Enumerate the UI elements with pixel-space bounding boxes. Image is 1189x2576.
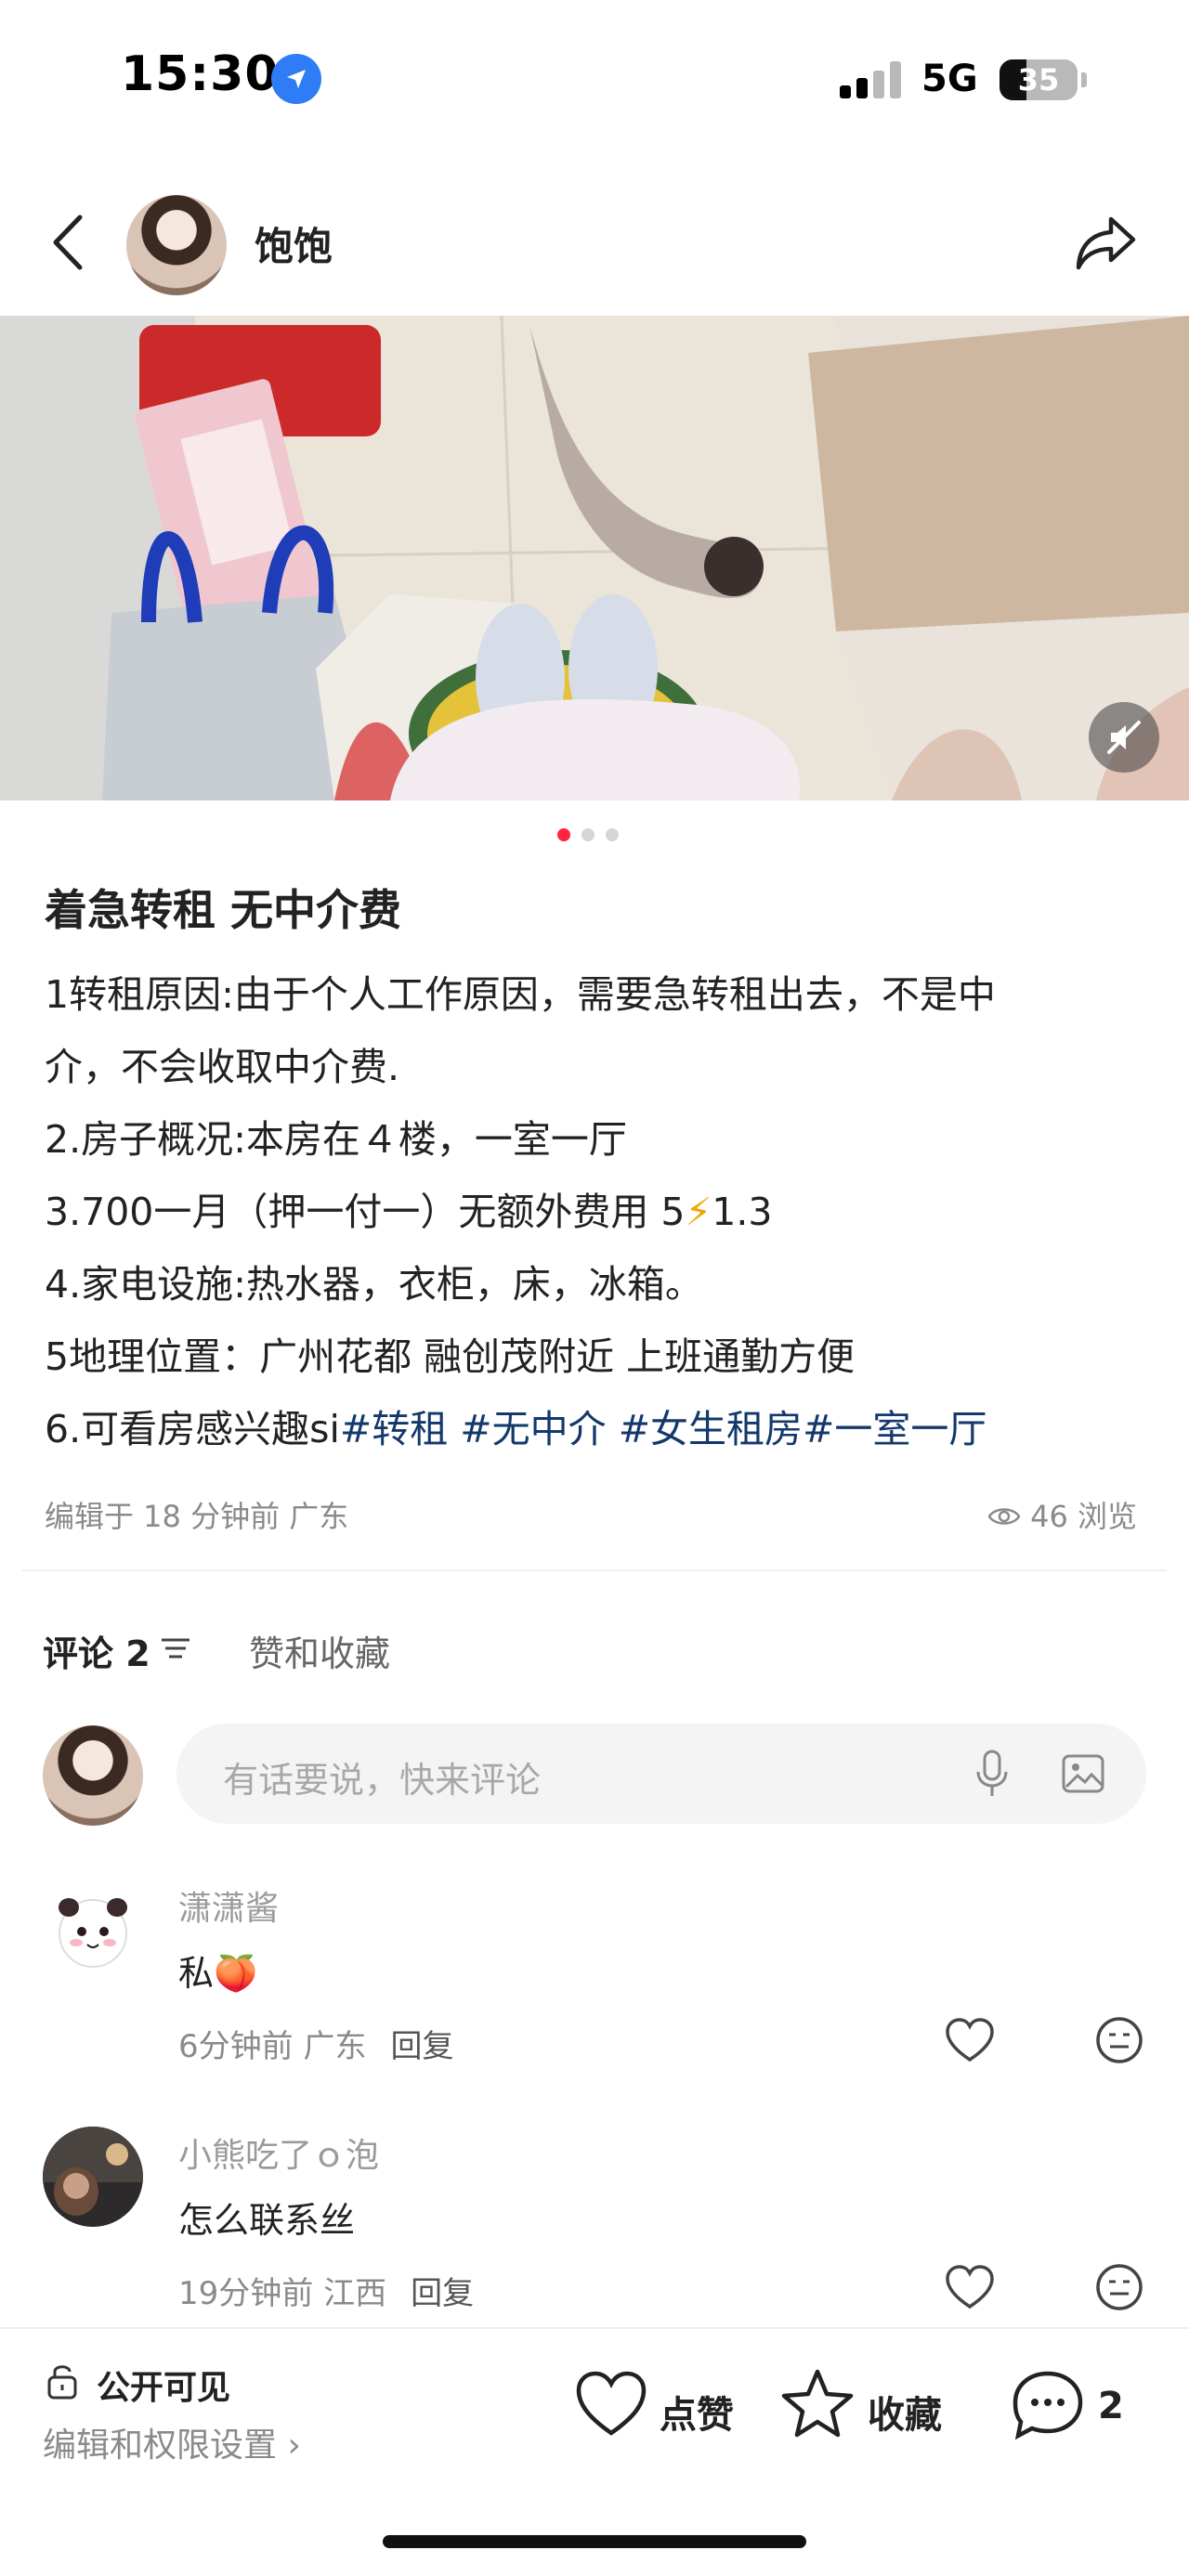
- my-avatar: [43, 1725, 143, 1826]
- comment-placeholder: 有话要说，快来评论: [223, 1760, 542, 1801]
- comment-input[interactable]: 有话要说，快来评论: [176, 1724, 1146, 1824]
- mute-icon[interactable]: [1089, 702, 1159, 773]
- post-header: 饱饱: [0, 176, 1189, 306]
- tab-comments[interactable]: 评论 2: [43, 1625, 150, 1676]
- carousel-dot[interactable]: [581, 828, 594, 841]
- author-name[interactable]: 饱饱: [255, 215, 333, 272]
- comment-count: 2: [1098, 2385, 1124, 2427]
- sort-icon[interactable]: [158, 1634, 195, 1662]
- comment-time: 19分钟前 江西: [178, 2275, 387, 2312]
- post-title: 着急转租 无中介费: [45, 885, 402, 935]
- price-text: 3.700一月（押一付一）无额外费用 5: [45, 1190, 686, 1234]
- heart-icon: [576, 2371, 647, 2436]
- emoji-reaction-icon[interactable]: [1094, 2015, 1144, 2065]
- post-line-price: 3.700一月（押一付一）无额外费用 5⚡1.3: [45, 1176, 1159, 1248]
- edit-permission-link[interactable]: 编辑和权限设置 ›: [43, 2418, 301, 2466]
- location-arrow-icon: [271, 54, 321, 104]
- commenter-avatar[interactable]: [43, 2127, 143, 2227]
- lightning-emoji: ⚡: [685, 1190, 712, 1234]
- back-icon[interactable]: [46, 210, 91, 275]
- peach-emoji: 🍑: [214, 1953, 258, 1994]
- hashtag[interactable]: #转租: [340, 1407, 448, 1451]
- reply-button[interactable]: 回复: [411, 2275, 474, 2312]
- like-label: 点赞: [660, 2394, 734, 2437]
- emoji-reaction-icon[interactable]: [1094, 2262, 1144, 2312]
- eye-icon: [987, 1501, 1021, 1536]
- comment-text-content: 私: [178, 1953, 215, 1994]
- view-count: 46: [1030, 1499, 1068, 1534]
- commenter-name[interactable]: 小熊吃了ｏ泡: [178, 2128, 379, 2177]
- network-type: 5G: [921, 58, 978, 100]
- view-stats: 46 浏览: [987, 1493, 1137, 1536]
- comment-time: 6分钟前 广东: [178, 2028, 367, 2065]
- image-icon[interactable]: [1061, 1753, 1105, 1794]
- heart-icon[interactable]: [944, 2017, 996, 2065]
- comment-text: 怎么联系丝: [178, 2200, 356, 2241]
- hashtag[interactable]: #一室一厅: [803, 1407, 986, 1451]
- visibility-label: 公开可见: [97, 2369, 231, 2407]
- post-meta: 编辑于 18 分钟前 广东 46 浏览: [45, 1490, 1137, 1536]
- comment-meta: 19分钟前 江西 回复: [178, 2268, 474, 2313]
- star-icon: [781, 2369, 854, 2438]
- chat-bubble-icon: [1013, 2371, 1083, 2440]
- carousel-dot[interactable]: [557, 828, 570, 841]
- author-avatar[interactable]: [126, 195, 227, 295]
- post-line: 1转租原因:由于个人工作原因，需要急转租出去，不是中: [45, 972, 996, 1017]
- edit-time: 编辑于 18 分钟前 广东: [45, 1499, 349, 1534]
- hashtag[interactable]: #无中介: [460, 1407, 606, 1451]
- commenter-avatar[interactable]: [43, 1880, 143, 1980]
- comment-item: 潇潇酱 私🍑 6分钟前 广东 回复: [0, 1880, 1189, 2102]
- view-label: 浏览: [1077, 1499, 1137, 1534]
- tab-likes-favorites[interactable]: 赞和收藏: [249, 1625, 390, 1676]
- signal-icon: [840, 61, 907, 98]
- post-body: 1转租原因:由于个人工作原因，需要急转租出去，不是中 介，不会收取中介费. 2.…: [45, 958, 1159, 1465]
- home-indicator[interactable]: [383, 2535, 806, 2548]
- status-time: 15:30: [121, 46, 280, 102]
- post-photo[interactable]: [0, 316, 1189, 800]
- commenter-name[interactable]: 潇潇酱: [178, 1881, 279, 1930]
- comment-text: 私🍑: [178, 1945, 257, 1996]
- lock-icon: [46, 2362, 78, 2400]
- battery-icon: 35: [1000, 59, 1078, 100]
- reply-button[interactable]: 回复: [390, 2028, 453, 2065]
- post-line: 2.房子概况:本房在４楼，一室一厅: [45, 1117, 627, 1162]
- post-line: 介，不会收取中介费.: [45, 1045, 400, 1089]
- battery-percent: 35: [1017, 62, 1060, 98]
- comment-item: 小熊吃了ｏ泡 怎么联系丝 19分钟前 江西 回复: [0, 2127, 1189, 2349]
- price-text-tail: 1.3: [712, 1190, 773, 1234]
- carousel-indicator: [557, 828, 632, 843]
- post-line: 4.家电设施:热水器，衣柜，床，冰箱。: [45, 1262, 703, 1307]
- status-bar: 15:30 5G 35: [0, 0, 1189, 158]
- contact-text: 6.可看房感兴趣si: [45, 1407, 340, 1451]
- share-icon[interactable]: [1074, 214, 1139, 273]
- hashtag[interactable]: #女生租房: [619, 1407, 803, 1451]
- carousel-dot[interactable]: [606, 828, 619, 841]
- battery-tip: [1081, 72, 1087, 87]
- post-line: 5地理位置：广州花都 融创茂附近 上班通勤方便: [45, 1334, 856, 1379]
- favorite-label: 收藏: [868, 2394, 942, 2437]
- heart-icon[interactable]: [944, 2264, 996, 2312]
- divider: [22, 1569, 1167, 1571]
- comment-meta: 6分钟前 广东 回复: [178, 2021, 453, 2066]
- microphone-icon[interactable]: [973, 1748, 1011, 1800]
- post-line-tags: 6.可看房感兴趣si#转租 #无中介 #女生租房#一室一厅: [45, 1393, 1159, 1465]
